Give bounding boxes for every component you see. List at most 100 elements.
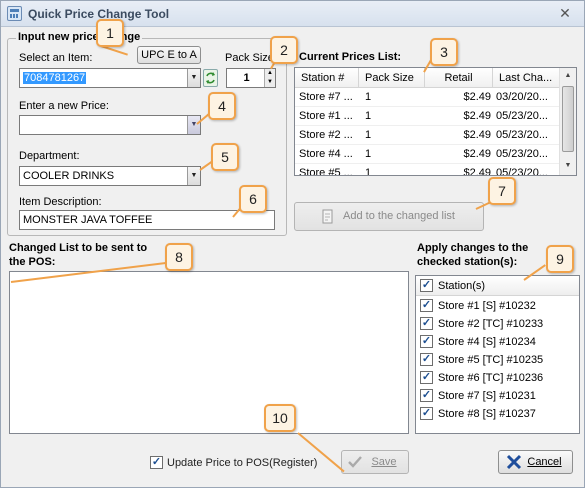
station-label: Store #1 [S] #10232 xyxy=(438,300,536,312)
pack-size-spinner[interactable]: 1 ▲ ▼ xyxy=(226,68,276,88)
station-cell: Store #4 ... xyxy=(299,148,353,160)
station-checkbox[interactable]: ✓ xyxy=(420,371,433,384)
retail-cell: $2.49 xyxy=(463,129,491,141)
station-label: Store #2 [TC] #10233 xyxy=(438,318,544,330)
list-item[interactable]: ✓ Store #7 [S] #10231 xyxy=(416,387,579,405)
update-pos-label: Update Price to POS(Register) xyxy=(167,457,318,469)
add-to-changed-list-button[interactable]: Add to the changed list xyxy=(294,202,484,231)
pack-size-value: 1 xyxy=(243,72,250,84)
list-item[interactable]: ✓ Store #5 [TC] #10235 xyxy=(416,351,579,369)
station-label: Store #4 [S] #10234 xyxy=(438,336,536,348)
column-header[interactable]: Pack Size xyxy=(359,68,425,88)
pack-size-cell: 1 xyxy=(365,167,372,176)
column-header[interactable]: Station # xyxy=(295,68,359,88)
checkmark-icon xyxy=(348,456,362,468)
table-row[interactable]: Store #2 ... 1 $2.49 05/23/20... xyxy=(295,126,560,145)
close-icon xyxy=(506,454,522,470)
station-cell: Store #7 ... xyxy=(299,91,353,103)
column-header[interactable]: Last Cha... xyxy=(493,68,560,88)
callout-3: 3 xyxy=(430,38,458,66)
quick-price-change-window: Quick Price Change Tool ✕ Input new pric… xyxy=(0,0,585,488)
changed-list[interactable] xyxy=(9,271,409,434)
stations-list[interactable]: ✓ Station(s) ✓ Store #1 [S] #10232 ✓ Sto… xyxy=(415,275,580,434)
grid-scrollbar[interactable]: ▲ ▼ xyxy=(559,68,576,175)
station-checkbox[interactable]: ✓ xyxy=(420,407,433,420)
scroll-down-icon[interactable]: ▼ xyxy=(560,158,576,174)
retail-cell: $2.49 xyxy=(463,167,491,176)
last-change-cell: 05/23/20... xyxy=(496,110,548,122)
spin-up-icon[interactable]: ▲ xyxy=(264,69,275,78)
callout-5: 5 xyxy=(211,143,239,171)
last-change-cell: 05/23/20... xyxy=(496,167,548,176)
retail-cell: $2.49 xyxy=(463,91,491,103)
table-row[interactable]: Store #5 ... 1 $2.49 05/23/20... xyxy=(295,164,560,176)
current-prices-grid[interactable]: Station # Pack Size Retail Last Cha... S… xyxy=(294,67,577,176)
new-price-chevron-down-icon[interactable]: ▼ xyxy=(187,116,200,134)
table-row[interactable]: Store #4 ... 1 $2.49 05/23/20... xyxy=(295,145,560,164)
spin-down-icon[interactable]: ▼ xyxy=(264,78,275,87)
pack-size-cell: 1 xyxy=(365,110,372,122)
list-item[interactable]: ✓ Store #6 [TC] #10236 xyxy=(416,369,579,387)
retail-cell: $2.49 xyxy=(463,110,491,122)
station-checkbox[interactable]: ✓ xyxy=(420,335,433,348)
item-combo-value: 7084781267 xyxy=(23,72,87,84)
callout-9: 9 xyxy=(546,245,574,273)
table-row[interactable]: Store #1 ... 1 $2.49 05/23/20... xyxy=(295,107,560,126)
station-cell: Store #5 ... xyxy=(299,167,353,176)
current-prices-title: Current Prices List: xyxy=(299,51,402,63)
pack-size-cell: 1 xyxy=(365,91,372,103)
cancel-button[interactable]: Cancel xyxy=(498,450,573,474)
callout-6: 6 xyxy=(239,185,267,213)
station-checkbox[interactable]: ✓ xyxy=(420,299,433,312)
retail-cell: $2.49 xyxy=(463,148,491,160)
department-value: COOLER DRINKS xyxy=(23,170,115,182)
close-button[interactable]: ✕ xyxy=(550,3,580,23)
callout-4: 4 xyxy=(208,92,236,120)
new-price-label: Enter a new Price: xyxy=(19,100,109,112)
station-cell: Store #1 ... xyxy=(299,110,353,122)
document-add-icon xyxy=(322,209,333,224)
department-combo[interactable]: COOLER DRINKS ▼ xyxy=(19,166,201,186)
table-row[interactable]: Store #7 ... 1 $2.49 03/20/20... xyxy=(295,88,560,107)
upc-e-to-a-button[interactable]: UPC E to A xyxy=(137,46,201,64)
column-header[interactable]: Retail xyxy=(425,68,493,88)
station-label: Store #8 [S] #10237 xyxy=(438,408,536,420)
pack-size-cell: 1 xyxy=(365,129,372,141)
title-bar: Quick Price Change Tool ✕ xyxy=(1,1,584,27)
refresh-button[interactable] xyxy=(203,69,218,87)
changed-list-label-2: the POS: xyxy=(9,256,56,268)
cancel-button-label: Cancel xyxy=(527,456,562,468)
callout-7: 7 xyxy=(488,177,516,205)
station-label: Store #7 [S] #10231 xyxy=(438,390,536,402)
list-item[interactable]: ✓ Store #1 [S] #10232 xyxy=(416,297,579,315)
item-combo[interactable]: 7084781267 ▼ xyxy=(19,68,201,88)
station-checkbox[interactable]: ✓ xyxy=(420,317,433,330)
department-chevron-down-icon[interactable]: ▼ xyxy=(187,167,200,185)
add-to-changed-list-label: Add to the changed list xyxy=(343,210,455,222)
station-label: Store #5 [TC] #10235 xyxy=(438,354,544,366)
save-button[interactable]: Save xyxy=(341,450,409,474)
list-item[interactable]: ✓ Store #8 [S] #10237 xyxy=(416,405,579,423)
item-combo-chevron-down-icon[interactable]: ▼ xyxy=(187,69,200,87)
refresh-icon xyxy=(206,72,215,84)
save-button-label: Save xyxy=(371,456,397,468)
pack-size-cell: 1 xyxy=(365,148,372,160)
callout-10: 10 xyxy=(264,404,296,432)
last-change-cell: 03/20/20... xyxy=(496,91,548,103)
select-all-checkbox[interactable]: ✓ xyxy=(420,279,433,292)
stations-label-1: Apply changes to the xyxy=(417,242,529,254)
scroll-thumb[interactable] xyxy=(562,86,574,152)
station-label: Store #6 [TC] #10236 xyxy=(438,372,544,384)
list-item[interactable]: ✓ Store #4 [S] #10234 xyxy=(416,333,579,351)
changed-list-label-1: Changed List to be sent to xyxy=(9,242,148,254)
callout-8: 8 xyxy=(165,243,193,271)
new-price-combo[interactable]: ▼ xyxy=(19,115,201,135)
update-pos-checkbox[interactable]: ✓ xyxy=(150,456,163,469)
pack-size-label: Pack Size xyxy=(225,52,274,64)
stations-label-2: checked station(s): xyxy=(417,256,518,268)
list-item[interactable]: ✓ Store #2 [TC] #10233 xyxy=(416,315,579,333)
scroll-up-icon[interactable]: ▲ xyxy=(560,68,576,84)
station-checkbox[interactable]: ✓ xyxy=(420,353,433,366)
station-checkbox[interactable]: ✓ xyxy=(420,389,433,402)
last-change-cell: 05/23/20... xyxy=(496,129,548,141)
